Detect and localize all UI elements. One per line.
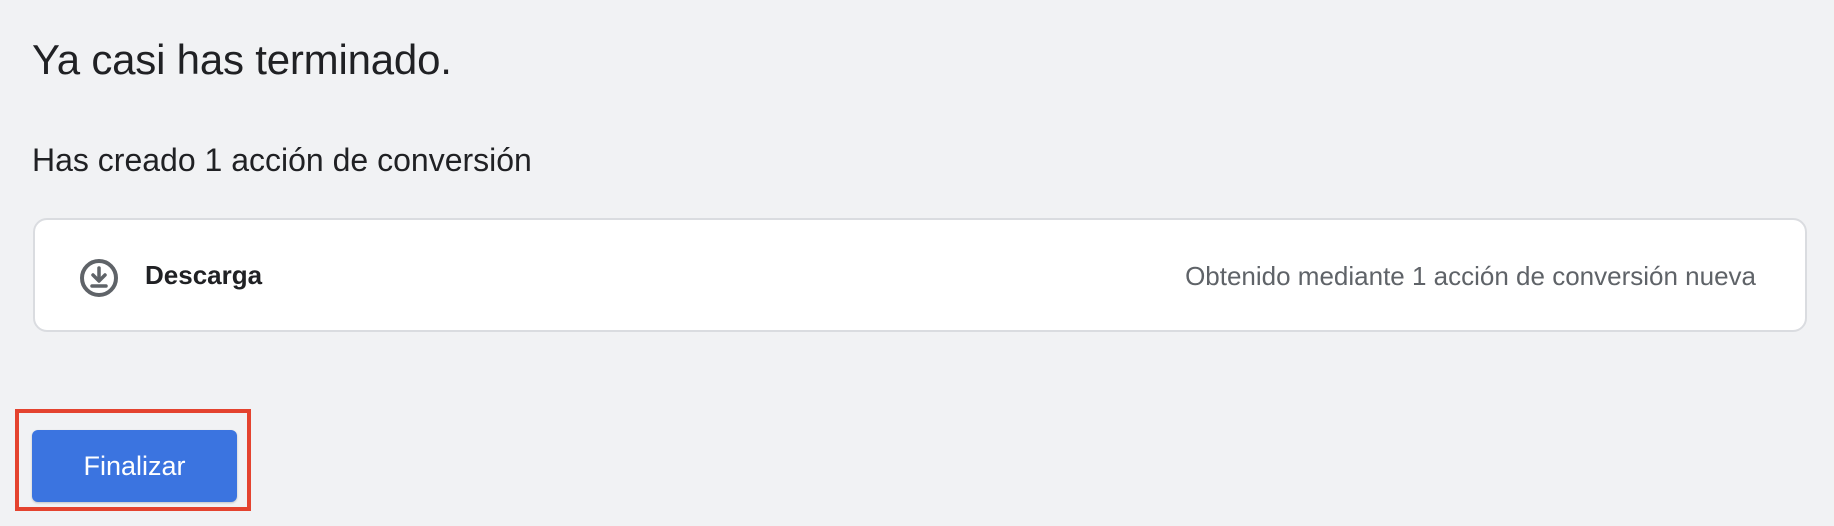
page-title: Ya casi has terminado. bbox=[32, 36, 452, 83]
goal-name: Descarga bbox=[145, 260, 263, 290]
conversion-goal-card: Descarga Obtenido mediante 1 acción de c… bbox=[33, 218, 1807, 332]
download-circle-icon bbox=[80, 259, 118, 297]
goal-status: Obtenido mediante 1 acción de conversión… bbox=[1185, 261, 1756, 291]
conversion-summary: Has creado 1 acción de conversión bbox=[32, 142, 532, 178]
finish-button[interactable]: Finalizar bbox=[32, 430, 237, 502]
